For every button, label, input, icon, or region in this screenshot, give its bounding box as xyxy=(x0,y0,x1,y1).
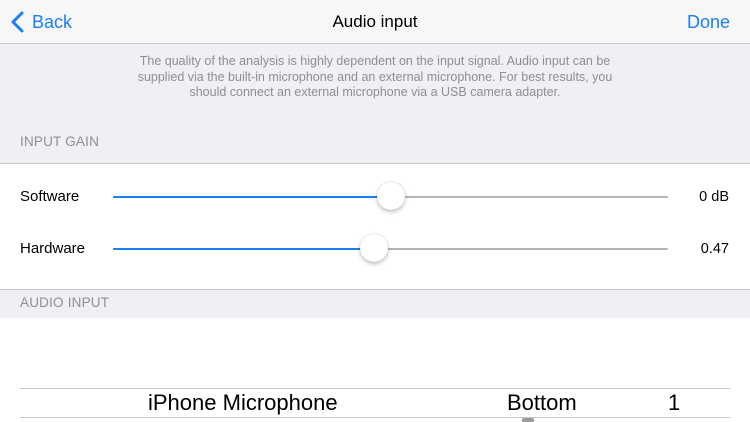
software-gain-value: 0 dB xyxy=(699,189,729,205)
slider-thumb[interactable] xyxy=(376,182,405,210)
audio-input-header: AUDIO INPUT xyxy=(20,295,110,310)
slider-track-fill xyxy=(113,248,374,250)
slider-thumb[interactable] xyxy=(359,234,388,262)
navigation-bar: Back Audio input Done xyxy=(0,0,750,44)
back-button[interactable]: Back xyxy=(10,0,72,44)
software-gain-label: Software xyxy=(20,188,80,205)
picker-channel-column[interactable]: 1 xyxy=(668,388,680,418)
done-button[interactable]: Done xyxy=(687,0,730,44)
input-gain-header: INPUT GAIN xyxy=(20,134,100,149)
audio-input-picker[interactable]: iPhone Microphone Bottom 1 xyxy=(0,318,750,422)
page-title: Audio input xyxy=(332,12,418,31)
hardware-gain-slider[interactable] xyxy=(113,234,668,262)
software-gain-row: Software 0 dB xyxy=(0,177,750,217)
picker-next-item-hint xyxy=(522,418,534,422)
description-text: The quality of the analysis is highly de… xyxy=(137,54,613,99)
hardware-gain-label: Hardware xyxy=(20,240,86,257)
back-button-label: Back xyxy=(32,11,73,32)
picker-selected-row: iPhone Microphone Bottom 1 xyxy=(0,388,750,418)
picker-device-column[interactable]: iPhone Microphone xyxy=(148,388,338,418)
slider-track-fill xyxy=(113,196,391,198)
hardware-gain-row: Hardware 0.47 xyxy=(0,229,750,269)
input-gain-card: Software 0 dB Hardware 0.47 xyxy=(0,163,750,290)
hardware-gain-value: 0.47 xyxy=(700,241,729,257)
software-gain-slider[interactable] xyxy=(113,182,668,210)
picker-position-column[interactable]: Bottom xyxy=(507,388,577,418)
chevron-left-icon xyxy=(11,11,24,33)
